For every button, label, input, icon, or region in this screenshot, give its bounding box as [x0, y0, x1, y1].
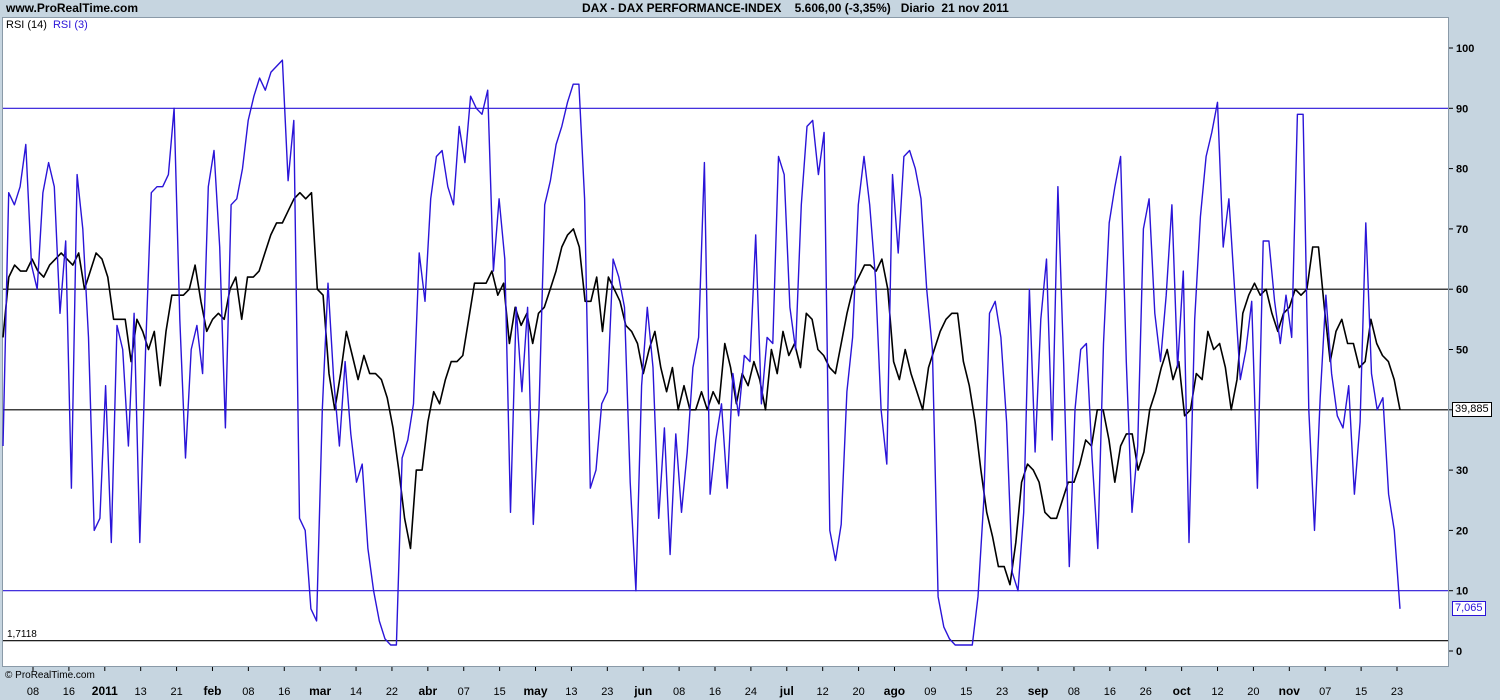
x-tick-label: 23 — [996, 686, 1008, 698]
x-tick-label: 16 — [63, 686, 75, 698]
x-tick-label: 07 — [458, 686, 470, 698]
x-tick-label: 20 — [852, 686, 864, 698]
x-tick-label: mar — [309, 684, 331, 698]
x-tick-label: 2011 — [92, 684, 118, 698]
x-tick-label: 15 — [960, 686, 972, 698]
y-tick-label: 10 — [1456, 586, 1468, 598]
legend: RSI (14) RSI (3) — [6, 19, 94, 31]
x-tick-label: 23 — [601, 686, 613, 698]
y-tick-label: 0 — [1456, 646, 1462, 658]
x-tick-label: may — [524, 684, 548, 698]
x-tick-label: 12 — [817, 686, 829, 698]
y-tick-label: 20 — [1456, 525, 1468, 537]
x-tick-label: 23 — [1391, 686, 1403, 698]
x-tick-label: 15 — [1355, 686, 1367, 698]
x-tick-label: 16 — [1104, 686, 1116, 698]
x-tick-label: 22 — [386, 686, 398, 698]
x-tick-label: 21 — [170, 686, 182, 698]
y-tick-label: 60 — [1456, 284, 1468, 296]
x-tick-label: 16 — [709, 686, 721, 698]
x-tick-label: abr — [418, 684, 437, 698]
x-tick-label: nov — [1279, 684, 1301, 698]
y-tick-label: 100 — [1456, 43, 1474, 55]
legend-rsi3: RSI (3) — [52, 19, 88, 31]
rsi-chart: 0102030405060708090100081620111321feb081… — [2, 43, 1474, 698]
x-tick-label: ago — [884, 684, 905, 698]
x-tick-label: 08 — [673, 686, 685, 698]
x-tick-label: 20 — [1247, 686, 1259, 698]
x-tick-label: 13 — [565, 686, 577, 698]
y-tick-label: 90 — [1456, 103, 1468, 115]
y-tick-label: 50 — [1456, 345, 1468, 357]
x-tick-label: 26 — [1140, 686, 1152, 698]
x-tick-label: 09 — [924, 686, 936, 698]
copyright-text: © ProRealTime.com — [5, 670, 95, 681]
x-tick-label: 08 — [27, 686, 39, 698]
x-tick-label: 08 — [1068, 686, 1080, 698]
rsi14-last-value-badge: 39,885 — [1452, 402, 1492, 417]
x-tick-label: jul — [779, 684, 794, 698]
rsi3-line — [2, 59, 1401, 646]
x-tick-label: 16 — [278, 686, 290, 698]
x-tick-label: 12 — [1211, 686, 1223, 698]
floor-line-label: 1,7118 — [7, 629, 37, 640]
rsi3-last-value-badge: 7,065 — [1452, 601, 1486, 616]
x-tick-label: 15 — [494, 686, 506, 698]
y-tick-label: 30 — [1456, 465, 1468, 477]
x-tick-label: 14 — [350, 686, 362, 698]
x-tick-label: 08 — [242, 686, 254, 698]
y-tick-label: 70 — [1456, 224, 1468, 236]
x-tick-label: oct — [1173, 684, 1191, 698]
x-tick-label: 07 — [1319, 686, 1331, 698]
legend-rsi14: RSI (14) — [6, 19, 47, 31]
x-tick-label: feb — [203, 684, 221, 698]
x-tick-label: 24 — [745, 686, 757, 698]
y-tick-label: 80 — [1456, 164, 1468, 176]
x-tick-label: 13 — [135, 686, 147, 698]
x-tick-label: jun — [633, 684, 652, 698]
x-tick-label: sep — [1028, 684, 1049, 698]
